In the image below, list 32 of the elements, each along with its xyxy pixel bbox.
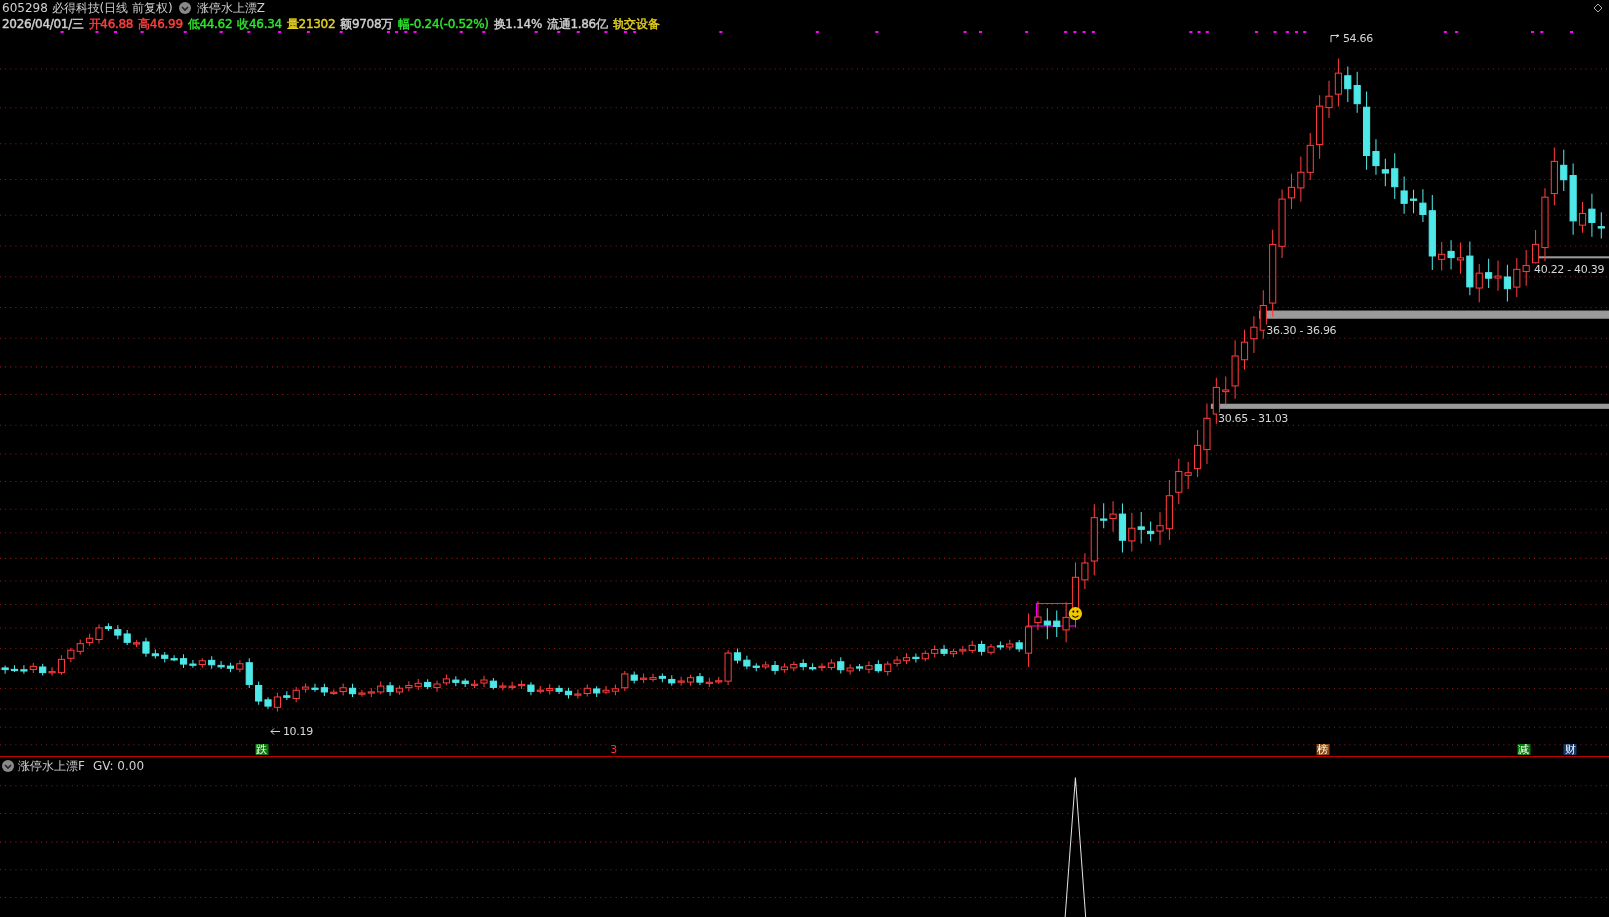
price-label: 40.22 - 40.39 (1533, 263, 1606, 275)
quote-field: 轨交设备 (612, 18, 660, 30)
arrow-left-icon (269, 727, 280, 736)
price-label: 36.30 - 36.96 (1265, 324, 1338, 336)
sub-indicator-name: 涨停水上漂F (18, 760, 85, 772)
quote-field: 开46.88 (88, 18, 134, 30)
sub-indicator-value: GV: 0.00 (92, 760, 144, 772)
quote-field: 高46.99 (138, 18, 183, 30)
signal-marker: 跌 (255, 744, 269, 755)
price-label: 54.66 (1341, 32, 1374, 44)
signal-marker: 3 (609, 744, 619, 755)
signal-marker: 减 (1517, 744, 1531, 755)
stock-title: 605298 必得科技(日线 前复权) (2, 1, 173, 14)
indicator-name: 涨停水上漂Z (196, 1, 266, 14)
quote-field: 流通1.86亿 (547, 18, 608, 30)
quote-field: 额9708万 (340, 18, 393, 30)
chevron-down-icon[interactable] (178, 1, 191, 14)
smiley-icon (1068, 607, 1083, 621)
signal-marker: 榜 (1316, 744, 1330, 755)
quote-field: 2026/04/01/三 (2, 18, 84, 30)
quote-field: 低44.62 (187, 18, 233, 30)
signal-marker: 财 (1563, 744, 1577, 755)
chevron-down-icon[interactable] (2, 760, 14, 772)
price-label: 10.19 (281, 725, 314, 737)
quote-field: 量21302 (286, 18, 336, 30)
quote-field: 换1.14% (493, 18, 542, 30)
pointer-icon (1329, 34, 1340, 43)
diamond-icon[interactable] (1593, 2, 1603, 13)
breakout-bracket-drawing (1025, 602, 1076, 627)
quote-field: 幅-0.24(-0.52%) (398, 18, 489, 30)
quote-field: 收46.34 (237, 18, 282, 30)
price-label: 30.65 - 31.03 (1217, 412, 1290, 424)
